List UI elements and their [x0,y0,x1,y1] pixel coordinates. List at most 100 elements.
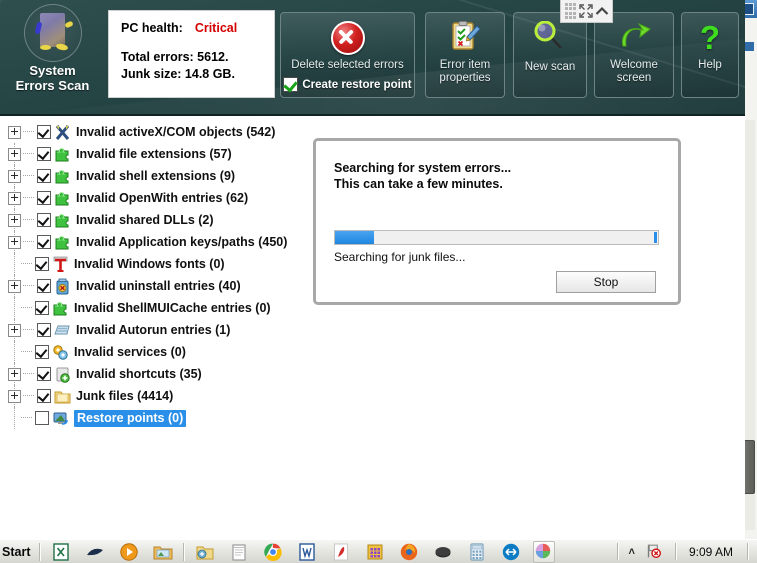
photo-viewer-icon[interactable] [153,542,173,562]
screen-root: System Errors Scan PC health: Critical To… [0,0,757,563]
firefox-icon[interactable] [399,542,419,562]
error-categories-tree[interactable]: Invalid activeX/COM objects (542) Invali… [0,118,300,429]
start-button[interactable]: Start [0,541,36,563]
flag-alert-icon[interactable] [644,542,664,562]
media-player-icon[interactable] [119,542,139,562]
calculator-icon[interactable] [467,542,487,562]
scan-progress-bar [334,230,659,245]
tree-connector-line [21,263,32,265]
delete-selected-errors-button[interactable]: Delete selected errors Create restore po… [280,12,415,98]
clipboard-pencil-icon [449,21,481,51]
tree-row[interactable]: Invalid activeX/COM objects (542) [4,121,300,143]
junk-size-text: Junk size: 14.8 GB. [121,67,235,81]
tree-item-checkbox[interactable] [35,345,49,359]
expand-icon[interactable] [8,147,21,161]
tree-item-checkbox[interactable] [37,323,51,337]
disk-icon[interactable] [433,542,453,562]
help-button[interactable]: ? Help [681,12,739,98]
tree-row[interactable]: Invalid shared DLLs (2) [4,209,300,231]
tray-divider [616,543,619,560]
tree-item-label: Invalid activeX/COM objects (542) [76,124,276,139]
tree-row[interactable]: Invalid shortcuts (35) [4,363,300,385]
tree-item-label: Restore points (0) [74,409,187,427]
error-item-properties-label-line2: properties [439,72,491,84]
clock[interactable]: 9:09 AM [683,541,741,563]
tree-item-checkbox[interactable] [35,301,49,315]
tree-item-label: Invalid Application keys/paths (450) [76,234,288,249]
chrome-icon[interactable] [263,542,283,562]
folder-sync-icon[interactable] [195,542,215,562]
expand-icon[interactable] [8,125,21,139]
teamviewer-icon[interactable] [501,542,521,562]
tree-row[interactable]: Invalid uninstall entries (40) [4,275,300,297]
chevron-up-icon[interactable] [594,3,610,19]
tree-row[interactable]: Invalid OpenWith entries (62) [4,187,300,209]
acrobat-icon[interactable] [331,542,351,562]
expand-fullscreen-icon[interactable] [578,3,594,19]
tree-item-checkbox[interactable] [37,125,51,139]
scan-progress-bar-end-marker [654,232,657,243]
tree-item-checkbox[interactable] [37,147,51,161]
tree-item-checkbox[interactable] [35,411,49,425]
error-item-properties-button[interactable]: Error item properties [425,12,505,98]
excel-icon[interactable] [51,542,71,562]
tree-row[interactable]: Restore points (0) [4,407,300,429]
error-item-properties-label-line1: Error item [439,59,491,71]
tree-connector-line [21,307,32,309]
autorun-disk-icon [54,322,71,339]
create-restore-point-checkbox-box[interactable] [283,77,299,92]
tree-item-checkbox[interactable] [37,235,51,249]
system-errors-scan-icon[interactable] [533,540,556,563]
green-puzzle-icon [54,212,71,229]
expand-icon[interactable] [8,169,21,183]
tree-item-checkbox[interactable] [35,257,49,271]
tree-connector-line [13,297,16,319]
tree-row[interactable]: Invalid file extensions (57) [4,143,300,165]
tree-row[interactable]: Invalid Autorun entries (1) [4,319,300,341]
tree-row[interactable]: Invalid Application keys/paths (450) [4,231,300,253]
expand-icon[interactable] [8,235,21,249]
tree-connector-line [23,153,34,155]
magnifier-icon [532,20,568,53]
dotted-grip-icon[interactable] [563,2,578,20]
shell-icon[interactable] [85,542,105,562]
tree-connector-line [23,131,34,133]
tree-connector-line [13,253,16,275]
tree-item-checkbox[interactable] [37,169,51,183]
expand-icon[interactable] [8,279,21,293]
create-restore-point-checkbox[interactable]: Create restore point [281,77,414,92]
floating-overlay-widget[interactable] [560,0,613,23]
gears-icon [52,344,69,361]
tree-item-label: Invalid Windows fonts (0) [74,256,225,271]
welcome-screen-button[interactable]: Welcome screen [594,12,674,98]
tree-item-label: Invalid OpenWith entries (62) [76,190,249,205]
expand-icon[interactable] [8,389,21,403]
tree-item-checkbox[interactable] [37,367,51,381]
expand-icon[interactable] [8,191,21,205]
stop-button[interactable]: Stop [556,271,656,293]
expand-icon[interactable] [8,213,21,227]
show-hidden-icons-icon[interactable]: ˄ [625,546,639,558]
tree-row[interactable]: Invalid ShellMUICache entries (0) [4,297,300,319]
tree-row[interactable]: Invalid Windows fonts (0) [4,253,300,275]
tree-item-checkbox[interactable] [37,213,51,227]
word-icon[interactable] [297,542,317,562]
tree-item-checkbox[interactable] [37,389,51,403]
tree-connector-line [23,329,34,331]
expand-icon[interactable] [8,367,21,381]
notepad-icon[interactable] [229,542,249,562]
new-scan-button[interactable]: New scan [513,12,587,98]
tree-item-label: Invalid shortcuts (35) [76,366,202,381]
tree-item-label: Invalid uninstall entries (40) [76,278,241,293]
apps-grid-icon[interactable] [365,542,385,562]
tree-row[interactable]: Invalid services (0) [4,341,300,363]
expand-icon[interactable] [8,323,21,337]
pc-health-label: PC health: [121,21,183,35]
tree-item-checkbox[interactable] [37,279,51,293]
tree-item-checkbox[interactable] [37,191,51,205]
tree-row[interactable]: Junk files (4414) [4,385,300,407]
welcome-screen-label-line1: Welcome [610,59,658,71]
restore-monitor-icon [52,410,69,427]
scan-dialog-title-line1: Searching for system errors... [334,161,512,175]
tree-row[interactable]: Invalid shell extensions (9) [4,165,300,187]
